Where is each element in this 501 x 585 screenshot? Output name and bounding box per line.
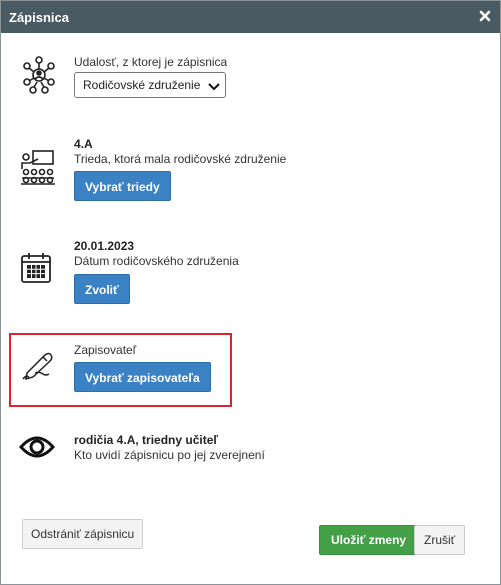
event-text: Udalosť, z ktorej je zápisnica Rodičovsk… — [74, 55, 227, 98]
save-changes-button[interactable]: Uložiť zmeny — [319, 525, 419, 555]
choose-date-button[interactable]: Zvoliť — [74, 274, 130, 304]
select-classes-button[interactable]: Vybrať triedy — [74, 171, 171, 201]
class-value: 4.A — [74, 137, 93, 151]
classroom-icon — [19, 149, 57, 188]
class-description: Trieda, ktorá mala rodičovské združenie — [74, 152, 287, 166]
recorder-label: Zapisovateľ — [74, 343, 137, 357]
eye-icon — [18, 433, 56, 464]
dialog-titlebar: Zápisnica — [1, 1, 500, 33]
event-label: Udalosť, z ktorej je zápisnica — [74, 55, 228, 69]
dialog-title: Zápisnica — [9, 10, 69, 25]
visibility-text: rodičia 4.A, triedny učiteľ Kto uvidí zá… — [74, 433, 265, 463]
class-text: 4.A Trieda, ktorá mala rodičovské združe… — [74, 137, 286, 201]
visibility-value: rodičia 4.A, triedny učiteľ — [74, 433, 218, 447]
date-value: 20.01.2023 — [74, 239, 135, 253]
select-recorder-button[interactable]: Vybrať zapisovateľa — [74, 362, 211, 392]
pen-writing-icon — [21, 349, 55, 384]
visibility-description: Kto uvidí zápisnicu po jej zverejnení — [74, 448, 265, 462]
chevron-down-icon — [208, 81, 220, 95]
calendar-icon — [19, 251, 53, 288]
date-text: 20.01.2023 Dátum rodičovského združenia … — [74, 239, 239, 304]
delete-minutes-button[interactable]: Odstrániť zápisnicu — [22, 519, 144, 549]
group-meeting-icon — [19, 55, 59, 98]
close-icon[interactable] — [476, 7, 494, 25]
minutes-dialog: Zápisnica Udalosť, z ktorej je zápisnica… — [0, 0, 501, 585]
date-description: Dátum rodičovského združenia — [74, 254, 239, 268]
cancel-button[interactable]: Zrušiť — [414, 525, 466, 555]
event-select-value: Rodičovské združenie — [83, 78, 201, 92]
event-select[interactable]: Rodičovské združenie — [74, 72, 226, 98]
recorder-text: Zapisovateľ Vybrať zapisovateľa — [74, 343, 211, 392]
